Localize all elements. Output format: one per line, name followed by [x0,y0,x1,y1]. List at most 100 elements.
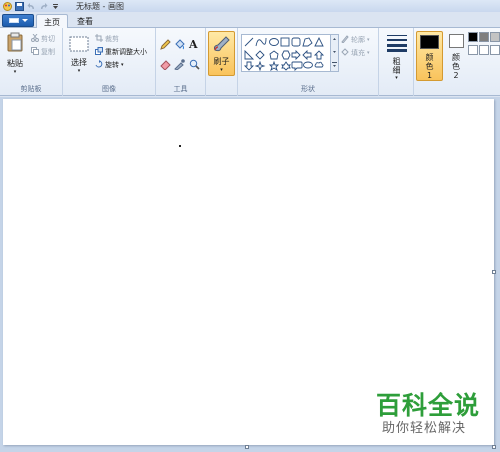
up-arrow-shape-icon [313,50,325,60]
clipboard-group-label: 剪贴板 [20,85,42,93]
color2-button[interactable]: 颜色 2 [445,34,467,80]
rotate-button[interactable]: 旋转 ▾ [95,60,124,70]
oval-shape-icon [269,38,279,46]
resize-icon [95,47,103,57]
watermark-title: 百科全说 [376,391,481,420]
palette-swatch[interactable] [490,32,500,42]
magnifier-icon[interactable] [189,59,200,72]
polygon-shape-icon [302,37,313,47]
color-picker-icon[interactable] [174,59,185,72]
copy-label: 复制 [41,48,55,56]
paint-menu-button[interactable] [2,14,34,27]
palette-swatch[interactable] [490,45,500,55]
eraser-icon[interactable] [160,59,171,72]
pencil-icon[interactable] [160,39,171,52]
tools-group: A 工具 [156,28,206,96]
cut-button[interactable]: 剪切 [31,33,55,44]
right-triangle-shape-icon [244,49,255,60]
rounded-rectangle-shape-icon [291,37,301,47]
color1-label: 颜色 1 [425,53,434,80]
select-label: 选择 [71,58,87,67]
chevron-down-icon: ▾ [77,68,81,74]
four-point-star-shape-icon [254,60,266,72]
brushes-group: 刷子 ▾ [206,28,238,96]
rounded-callout-shape-icon [291,61,303,72]
crop-icon [95,34,103,44]
resize-handle-corner[interactable] [492,445,496,449]
size-group: 粗细 ▾ [379,28,414,96]
line-shape-icon [244,37,254,47]
copy-button[interactable]: 复制 [31,47,55,57]
outline-button[interactable]: 轮廓 ▾ [341,35,370,45]
crop-button[interactable]: 裁剪 [95,34,119,44]
chevron-down-icon: ▾ [367,50,370,56]
chevron-down-icon: ▾ [220,67,223,73]
palette-swatch[interactable] [479,45,489,55]
ribbon-tabs: 主页 查看 [0,12,500,29]
shapes-gallery[interactable] [241,34,331,72]
pentagon-shape-icon [269,50,279,60]
image-group-label: 图像 [102,85,116,93]
left-arrow-shape-icon [302,49,312,61]
outline-label: 轮廓 [351,36,365,44]
canvas-dot [179,145,181,147]
paste-label: 粘贴 [7,59,23,68]
color2-swatch [448,34,464,48]
save-icon[interactable] [15,1,24,11]
palette-swatch[interactable] [468,45,478,55]
size-label: 粗细 [392,57,401,75]
select-button[interactable]: 选择 ▾ [68,36,90,74]
shapes-scrollbar[interactable] [331,34,339,72]
chevron-down-icon: ▾ [367,37,370,43]
brushes-label: 刷子 [213,57,230,66]
resize-handle-right[interactable] [492,270,496,274]
clipboard-icon [6,32,24,54]
undo-icon[interactable] [27,2,36,11]
palette-swatch[interactable] [479,32,489,42]
title-bar: 无标题 - 画图 [0,0,500,12]
right-arrow-shape-icon [291,49,301,61]
scissors-icon [31,33,39,44]
crop-label: 裁剪 [105,35,119,43]
oval-callout-shape-icon [303,61,313,69]
diamond-shape-icon [255,50,265,60]
rotate-icon [95,60,103,70]
chevron-down-icon: ▾ [13,69,17,75]
quick-access-toolbar [0,1,60,11]
tab-view[interactable]: 查看 [70,14,100,28]
watermark-subtitle: 助你轻松解决 [382,421,467,436]
paint-menu-icon [8,18,19,23]
fill-label: 填充 [351,49,365,57]
color-palette [468,32,500,92]
color1-swatch [420,35,439,49]
fill-bucket-icon[interactable] [174,39,185,52]
resize-label: 重新调整大小 [105,48,147,56]
redo-icon[interactable] [39,2,48,11]
palette-swatch[interactable] [468,32,478,42]
tab-home[interactable]: 主页 [36,14,68,29]
five-point-star-shape-icon [268,60,280,72]
size-button[interactable]: 粗细 ▾ [383,34,410,81]
down-arrow-shape-icon [243,61,255,71]
paste-button[interactable]: 粘贴 ▾ [4,32,26,75]
text-tool-icon[interactable]: A [189,38,198,51]
rotate-label: 旋转 [105,61,119,69]
resize-button[interactable]: 重新调整大小 [95,47,147,57]
curve-shape-icon [255,37,267,47]
brushes-button[interactable]: 刷子 ▾ [208,31,235,76]
cloud-callout-shape-icon [314,61,324,68]
shapes-group-label: 形状 [301,85,315,93]
resize-handle-bottom[interactable] [245,445,249,449]
line-width-icon [386,34,408,54]
tools-group-label: 工具 [173,85,188,93]
chevron-down-icon: ▾ [121,62,124,68]
customize-qat-icon[interactable] [51,2,60,11]
paint-app-icon[interactable] [3,1,12,11]
brush-icon [212,34,232,54]
fill-icon [341,48,349,58]
fill-button[interactable]: 填充 ▾ [341,48,370,58]
outline-icon [341,35,349,45]
color2-label: 颜色 2 [452,53,460,80]
color1-button[interactable]: 颜色 1 [416,31,443,81]
cut-label: 剪切 [41,35,55,43]
